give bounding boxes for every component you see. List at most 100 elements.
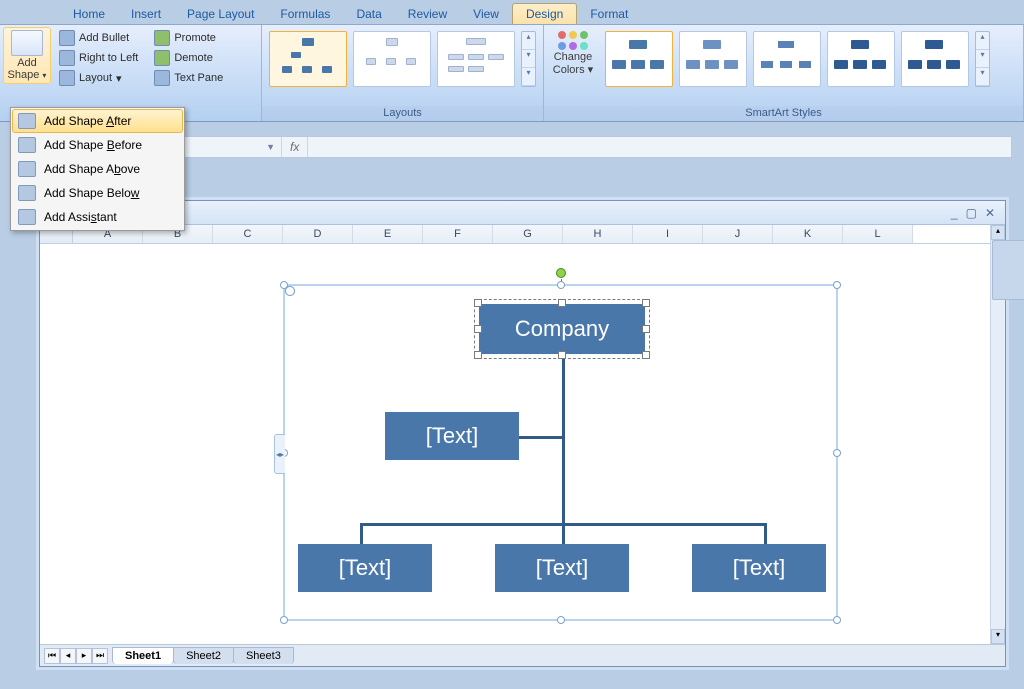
right-to-left-button[interactable]: Right to Left [55,49,142,67]
assistant-icon [18,209,36,225]
sheet-tabs-bar: ⏮ ◂ ▸ ⏭ Sheet1 Sheet2 Sheet3 [40,644,1005,666]
shape-above-icon [18,161,36,177]
layout-thumb-1[interactable] [269,31,347,87]
column-header-F[interactable]: F [423,225,493,243]
column-header-D[interactable]: D [283,225,353,243]
layout-thumb-3[interactable] [437,31,515,87]
scroll-down-button[interactable]: ▾ [991,629,1005,644]
demote-icon [154,50,170,66]
bullet-icon [59,30,75,46]
resize-handle-s[interactable] [557,616,565,624]
sheet-tab-1[interactable]: Sheet1 [112,647,174,664]
column-header-J[interactable]: J [703,225,773,243]
add-shape-dropdown: Add Shape After Add Shape Before Add Sha… [10,107,185,231]
column-header-I[interactable]: I [633,225,703,243]
menu-add-shape-before[interactable]: Add Shape Before [12,133,183,157]
resize-handle-se[interactable] [833,616,841,624]
sheet-nav-next[interactable]: ▸ [76,648,92,664]
smartart-node-assistant[interactable]: [Text] [385,412,519,460]
styles-gallery-scroll[interactable]: ▴▾▾ [975,31,990,87]
layout-icon [59,70,75,86]
worksheet-grid: ABCDEFGHIJKL ◂▸ [40,225,990,644]
connector-child1 [360,523,363,545]
promote-icon [154,30,170,46]
connector-vertical-main [562,354,565,524]
style-thumb-1[interactable] [605,31,673,87]
menu-add-assistant[interactable]: Add Assistant [12,205,183,229]
worksheet-window: _ ▢ ✕ ABCDEFGHIJKL [39,200,1006,667]
window-close-button[interactable]: ✕ [985,206,995,220]
tab-formulas[interactable]: Formulas [267,4,343,24]
shape-after-icon [18,113,36,129]
resize-handle-ne[interactable] [833,281,841,289]
rtl-icon [59,50,75,66]
style-thumb-3[interactable] [753,31,821,87]
smartart-frame[interactable]: ◂▸ Company [283,284,838,621]
resize-handle-sw[interactable] [280,616,288,624]
layouts-group-label: Layouts [262,106,543,121]
sheet-nav-last[interactable]: ⏭ [92,648,108,664]
resize-handle-nw[interactable] [280,281,288,289]
column-header-E[interactable]: E [353,225,423,243]
ribbon-group-layouts: ▴▾▾ Layouts [262,25,544,121]
tab-insert[interactable]: Insert [118,4,174,24]
tab-view[interactable]: View [460,4,512,24]
promote-button[interactable]: Promote [150,29,227,47]
tab-review[interactable]: Review [395,4,460,24]
text-pane-button[interactable]: Text Pane [150,69,227,87]
rotation-handle[interactable] [556,268,566,278]
style-thumb-4[interactable] [827,31,895,87]
connector-child3 [764,523,767,545]
textpane-icon [154,70,170,86]
menu-add-shape-below[interactable]: Add Shape Below [12,181,183,205]
layout-thumb-2[interactable] [353,31,431,87]
connector-child2 [562,523,565,545]
sheet-tab-2[interactable]: Sheet2 [173,647,234,664]
add-shape-icon [11,30,43,56]
window-minimize-button[interactable]: _ [951,206,958,220]
fx-button[interactable]: fx [282,137,308,157]
tab-design[interactable]: Design [512,3,577,24]
style-thumb-5[interactable] [901,31,969,87]
text-pane-expand-tab[interactable]: ◂▸ [274,434,285,474]
menu-add-shape-after[interactable]: Add Shape After [12,109,183,133]
layout-menu-button[interactable]: Layout ▾ [55,69,142,87]
add-shape-button[interactable]: Add Shape ▾ [3,27,51,84]
window-maximize-button[interactable]: ▢ [966,206,977,220]
ribbon-tabstrip: Home Insert Page Layout Formulas Data Re… [0,0,1024,24]
column-header-H[interactable]: H [563,225,633,243]
tab-format[interactable]: Format [577,4,641,24]
sheet-nav-prev[interactable]: ◂ [60,648,76,664]
smartart-node-company[interactable]: Company [479,304,645,354]
tab-home[interactable]: Home [60,4,118,24]
scroll-up-button[interactable]: ▴ [991,225,1005,240]
column-header-C[interactable]: C [213,225,283,243]
layouts-gallery-scroll[interactable]: ▴▾▾ [521,31,536,87]
sheet-nav-first[interactable]: ⏮ [44,648,60,664]
colors-icon [558,29,588,51]
styles-group-label: SmartArt Styles [544,106,1023,121]
namebox-dropdown-icon[interactable]: ▼ [266,142,275,152]
smartart-node-child-1[interactable]: [Text] [298,544,432,592]
add-shape-label2: Shape ▾ [8,70,47,82]
scroll-thumb[interactable] [992,240,1024,300]
shape-before-icon [18,137,36,153]
tab-page-layout[interactable]: Page Layout [174,4,267,24]
demote-button[interactable]: Demote [150,49,227,67]
add-bullet-button[interactable]: Add Bullet [55,29,142,47]
smartart-node-child-3[interactable]: [Text] [692,544,826,592]
vertical-scrollbar[interactable]: ▴ ▾ [990,225,1005,644]
column-header-L[interactable]: L [843,225,913,243]
tab-data[interactable]: Data [343,4,394,24]
change-colors-button[interactable]: Change Colors ▾ [547,27,599,78]
resize-handle-e[interactable] [833,449,841,457]
menu-add-shape-above[interactable]: Add Shape Above [12,157,183,181]
shape-below-icon [18,185,36,201]
sheet-tab-3[interactable]: Sheet3 [233,647,294,664]
column-header-K[interactable]: K [773,225,843,243]
style-thumb-2[interactable] [679,31,747,87]
smartart-node-child-2[interactable]: [Text] [495,544,629,592]
column-header-G[interactable]: G [493,225,563,243]
resize-handle-n[interactable] [557,281,565,289]
ribbon-group-smartart-styles: Change Colors ▾ ▴▾▾ SmartArt Styles [544,25,1024,121]
